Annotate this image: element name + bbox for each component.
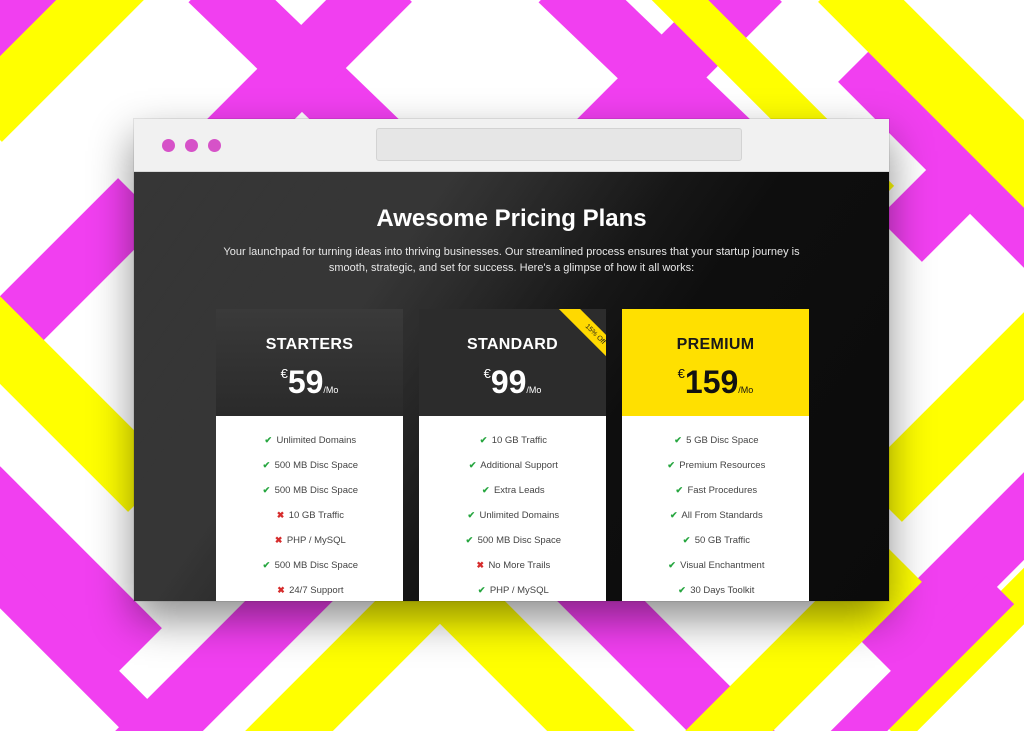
feature-item: ✔ 10 GB Traffic	[419, 428, 606, 453]
pricing-card-premium: PREMIUM €159/Mo ✔ 5 GB Disc Space ✔ Premi…	[622, 309, 809, 601]
card-header: 15% Off STANDARD €99/Mo	[419, 309, 606, 416]
page-title: Awesome Pricing Plans	[376, 205, 647, 232]
feature-item: ✔ 500 MB Disc Space	[216, 553, 403, 578]
price-period: /Mo	[738, 385, 754, 395]
feature-label: Visual Enchantment	[680, 560, 765, 571]
feature-item: ✔ 50 GB Traffic	[622, 528, 809, 553]
feature-label: 500 MB Disc Space	[477, 535, 562, 546]
feature-item: ✔ All From Standards	[622, 503, 809, 528]
check-icon: ✔	[467, 510, 476, 520]
feature-label: 5 GB Disc Space	[686, 435, 759, 446]
feature-label: 24/7 Support	[289, 585, 344, 596]
feature-label: 10 GB Traffic	[288, 510, 344, 521]
feature-item: ✔ Additional Support	[419, 453, 606, 478]
price-amount: 59	[287, 364, 324, 400]
check-icon: ✔	[264, 435, 273, 445]
feature-item: ✔ Unlimited Domains	[216, 428, 403, 453]
pricing-card-standard: 15% Off STANDARD €99/Mo ✔ 10 GB Traffic ✔…	[419, 309, 606, 601]
feature-list: ✔ 5 GB Disc Space ✔ Premium Resources ✔ Fa…	[622, 416, 809, 601]
feature-label: 30 Days Toolkit	[690, 585, 755, 596]
feature-label: Unlimited Domains	[276, 435, 357, 446]
plan-price: €159/Mo	[622, 364, 809, 401]
price-amount: 159	[684, 364, 739, 400]
price-period: /Mo	[323, 385, 339, 395]
check-icon: ✔	[262, 485, 271, 495]
check-icon: ✔	[477, 585, 486, 595]
feature-item: ✔ 30 Days Toolkit	[622, 578, 809, 601]
check-icon: ✔	[262, 560, 271, 570]
feature-item: ✔ Visual Enchantment	[622, 553, 809, 578]
feature-item: ✔ PHP / MySQL	[419, 578, 606, 601]
price-currency: €	[483, 366, 491, 381]
feature-item: ✔ Unlimited Domains	[419, 503, 606, 528]
feature-item: ✖ 10 GB Traffic	[216, 503, 403, 528]
check-icon: ✔	[468, 460, 477, 470]
pricing-page: Awesome Pricing Plans Your launchpad for…	[134, 172, 889, 601]
check-icon: ✔	[675, 485, 684, 495]
check-icon: ✔	[670, 510, 678, 520]
check-icon: ✔	[479, 435, 488, 445]
feature-label: 10 GB Traffic	[491, 435, 547, 446]
feature-item: ✔ 5 GB Disc Space	[622, 428, 809, 453]
feature-item: ✔ Fast Procedures	[622, 478, 809, 503]
check-icon: ✔	[482, 485, 490, 495]
plan-name: STANDARD	[467, 336, 558, 353]
feature-list: ✔ 10 GB Traffic ✔ Additional Support ✔ Ext…	[419, 416, 606, 601]
feature-label: Fast Procedures	[687, 485, 758, 496]
feature-item: ✖ 24/7 Support	[216, 578, 403, 601]
cross-icon: ✖	[476, 560, 485, 570]
window-dot-icon[interactable]	[162, 139, 175, 152]
feature-label: PHP / MySQL	[489, 585, 549, 596]
card-header: PREMIUM €159/Mo	[622, 309, 809, 416]
cross-icon: ✖	[277, 585, 285, 595]
feature-label: 50 GB Traffic	[694, 535, 750, 546]
plan-name: PREMIUM	[676, 336, 755, 353]
feature-label: 500 MB Disc Space	[274, 460, 359, 471]
window-dot-icon[interactable]	[208, 139, 221, 152]
feature-item: ✔ Premium Resources	[622, 453, 809, 478]
feature-item: ✖ No More Trails	[419, 553, 606, 578]
check-icon: ✔	[678, 585, 686, 595]
feature-label: Unlimited Domains	[479, 510, 560, 521]
browser-window: Awesome Pricing Plans Your launchpad for…	[134, 119, 889, 601]
check-icon: ✔	[262, 460, 271, 470]
card-header: STARTERS €59/Mo	[216, 309, 403, 416]
price-amount: 99	[490, 364, 527, 400]
feature-label: 500 MB Disc Space	[274, 485, 359, 496]
price-currency: €	[280, 366, 288, 381]
check-icon: ✔	[667, 460, 675, 470]
feature-list: ✔ Unlimited Domains ✔ 500 MB Disc Space ✔ …	[216, 416, 403, 601]
check-icon: ✔	[465, 535, 474, 545]
price-currency: €	[677, 366, 685, 381]
feature-label: 500 MB Disc Space	[274, 560, 359, 571]
plan-price: €99/Mo	[419, 364, 606, 401]
feature-item: ✔ 500 MB Disc Space	[216, 478, 403, 503]
address-bar[interactable]	[376, 128, 742, 161]
plan-price: €59/Mo	[216, 364, 403, 401]
feature-label: Extra Leads	[493, 485, 545, 496]
window-dot-icon[interactable]	[185, 139, 198, 152]
feature-item: ✔ 500 MB Disc Space	[419, 528, 606, 553]
page-subtitle: Your launchpad for turning ideas into th…	[223, 246, 800, 274]
check-icon: ✔	[674, 435, 682, 445]
browser-toolbar	[134, 119, 889, 172]
pricing-card-starters: STARTERS €59/Mo ✔ Unlimited Domains ✔ 500…	[216, 309, 403, 601]
feature-item: ✖ PHP / MySQL	[216, 528, 403, 553]
feature-label: PHP / MySQL	[286, 535, 346, 546]
cross-icon: ✖	[274, 535, 283, 545]
feature-label: No More Trails	[488, 560, 551, 571]
cross-icon: ✖	[276, 510, 285, 520]
check-icon: ✔	[668, 560, 676, 570]
feature-label: All From Standards	[681, 510, 763, 521]
feature-label: Premium Resources	[679, 460, 766, 471]
price-period: /Mo	[526, 385, 542, 395]
feature-label: Additional Support	[480, 460, 558, 471]
check-icon: ✔	[682, 535, 691, 545]
feature-item: ✔ Extra Leads	[419, 478, 606, 503]
feature-item: ✔ 500 MB Disc Space	[216, 453, 403, 478]
plan-name: STARTERS	[265, 336, 354, 353]
